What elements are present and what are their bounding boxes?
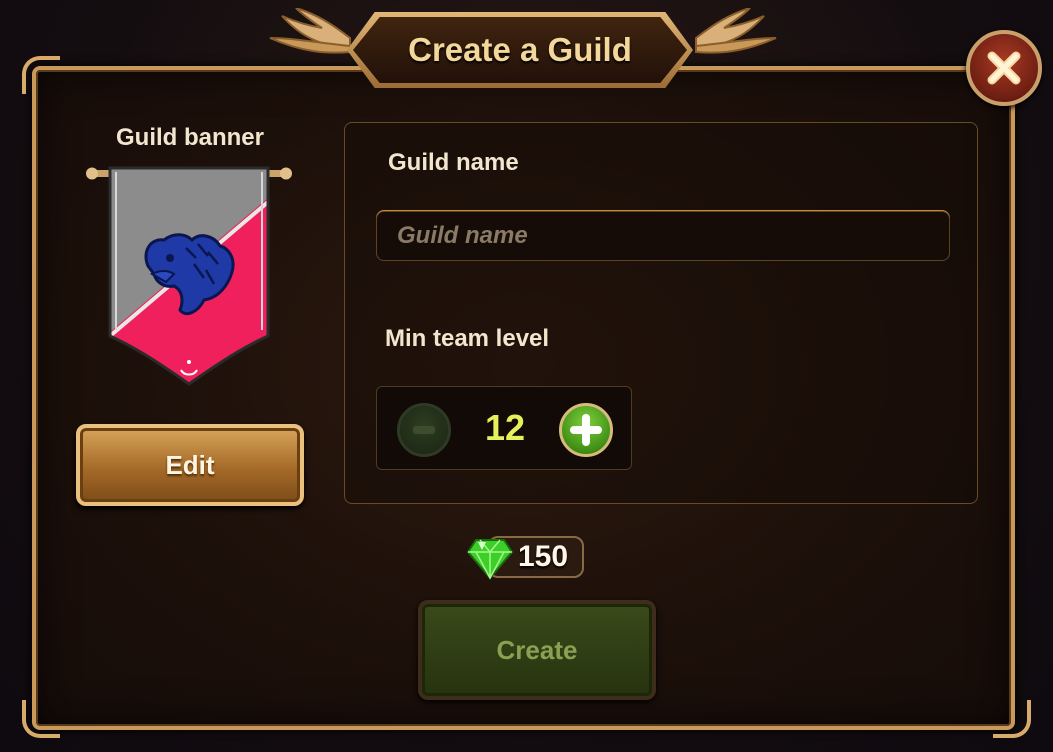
- close-x-icon: [987, 51, 1021, 85]
- min-team-level-label: Min team level: [385, 325, 550, 352]
- create-guild-button[interactable]: Create: [418, 600, 656, 700]
- min-team-level-stepper: 12: [376, 386, 632, 470]
- guild-banner-label: Guild banner: [115, 124, 264, 151]
- guild-name-label: Guild name: [388, 149, 519, 176]
- dialog-title: Create a Guild: [408, 31, 632, 68]
- wing-ornament-icon: [695, 8, 777, 54]
- plus-icon: [570, 414, 602, 446]
- frame-corner-ornament: [993, 700, 1031, 738]
- emerald-gem-icon: [466, 539, 514, 580]
- frame-corner-ornament: [22, 56, 60, 94]
- guild-name-input[interactable]: [376, 211, 950, 261]
- minus-icon: [413, 426, 435, 434]
- cost-amount: 150: [518, 540, 569, 573]
- create-cost: 150: [466, 536, 590, 580]
- guild-banner-image: [86, 166, 292, 386]
- close-button[interactable]: [966, 30, 1042, 106]
- wing-ornament-icon: [269, 8, 351, 54]
- increase-level-button[interactable]: [559, 403, 613, 457]
- decrease-level-button[interactable]: [397, 403, 451, 457]
- edit-banner-button[interactable]: Edit: [76, 424, 304, 506]
- frame-corner-ornament: [22, 700, 60, 738]
- title-plate: Create a Guild: [353, 17, 687, 83]
- min-team-level-value: 12: [484, 407, 526, 448]
